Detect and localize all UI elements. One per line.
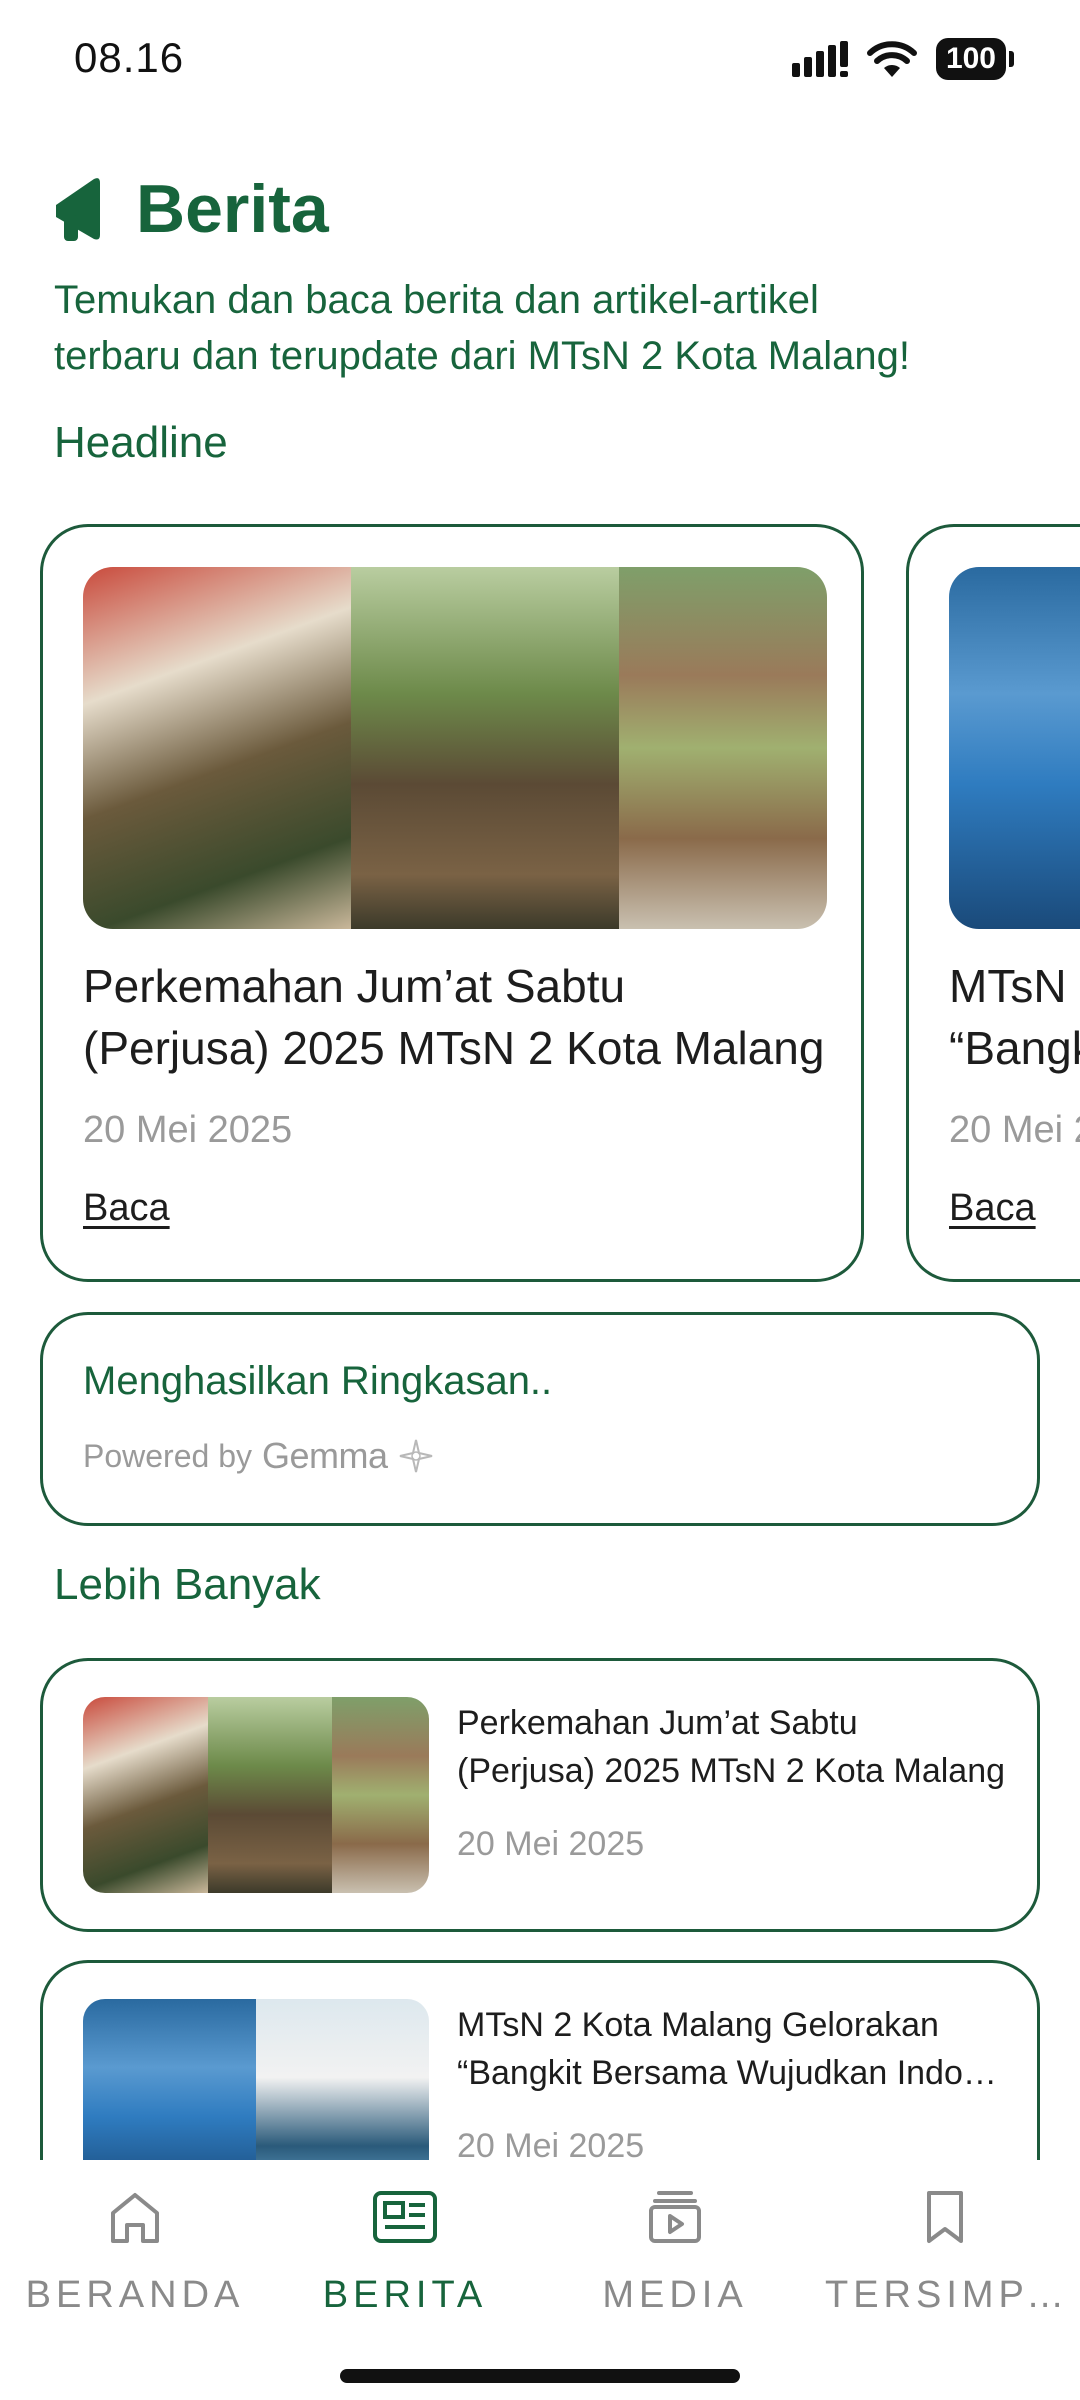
page-title: Berita	[136, 171, 329, 247]
powered-by: Powered by Gemma	[83, 1435, 434, 1477]
headline-title-line: MTsN 2 Kota Malang Gelorakan	[949, 960, 1080, 1012]
headline-image	[83, 567, 827, 929]
headline-date: 20 Mei 2025	[83, 1109, 293, 1151]
bookmark-icon	[927, 2191, 963, 2243]
section-title-more: Lebih Banyak	[54, 1560, 321, 1609]
article-thumbnail	[83, 1697, 429, 1893]
article-date: 20 Mei 2025	[457, 1825, 645, 1863]
brand-name: Gemma	[261, 1435, 388, 1476]
read-link[interactable]: Baca	[949, 1187, 1036, 1230]
media-play-icon	[649, 2191, 701, 2243]
headline-title-line: “Bangkit Bersama Wujudkan	[949, 1022, 1080, 1074]
page-header: Berita	[54, 170, 329, 248]
article-card[interactable]: Perkemahan Jum’at Sabtu (Perjusa) 2025 M…	[40, 1658, 1040, 1932]
headline-title: Perkemahan Jum’at Sabtu (Perjusa) 2025 M…	[83, 955, 843, 1079]
status-bar: 08.16 100	[0, 0, 1080, 120]
nav-label: MEDIA	[602, 2274, 748, 2316]
nav-label: BERITA	[322, 2274, 488, 2316]
newspaper-icon	[373, 2191, 437, 2243]
article-title-line: “Bangkit Bersama Wujudkan Indonesia	[457, 2054, 1013, 2092]
battery-indicator: 100	[935, 38, 1015, 80]
signal-icon	[791, 41, 848, 77]
page-subtitle-line: terbaru dan terupdate dari MTsN 2 Kota M…	[54, 334, 911, 378]
headline-date: 20 Mei 2025	[949, 1109, 1080, 1151]
page-subtitle-line: Temukan dan baca berita dan artikel-arti…	[54, 278, 819, 322]
nav-item-tersimpan[interactable]: TERSIMPAN	[810, 2182, 1080, 2332]
status-time: 08.16	[74, 34, 185, 81]
headline-carousel[interactable]: Perkemahan Jum’at Sabtu (Perjusa) 2025 M…	[0, 522, 1080, 1284]
summary-status: Menghasilkan Ringkasan..	[83, 1359, 553, 1403]
headline-title: MTsN 2 Kota Malang Gelorakan “Bangkit Be…	[949, 955, 1080, 1079]
nav-label: BERANDA	[25, 2274, 245, 2316]
powered-by-label: Powered by	[83, 1437, 252, 1474]
nav-item-beranda[interactable]: BERANDA	[0, 2182, 270, 2332]
article-title: Perkemahan Jum’at Sabtu (Perjusa) 2025 M…	[457, 1699, 1013, 1795]
headline-title-line: (Perjusa) 2025 MTsN 2 Kota Malang	[83, 1022, 825, 1074]
page-subtitle: Temukan dan baca berita dan artikel-arti…	[54, 272, 1034, 384]
nav-item-berita[interactable]: BERITA	[270, 2182, 540, 2332]
wifi-icon	[866, 41, 917, 77]
nav-label: TERSIMPAN	[825, 2274, 1065, 2316]
headline-card[interactable]: Perkemahan Jum’at Sabtu (Perjusa) 2025 M…	[40, 524, 864, 1282]
bottom-navigation: BERANDA BERITA MEDIA TERSIMPAN	[0, 2160, 1080, 2400]
article-title-line: MTsN 2 Kota Malang Gelorakan	[457, 2006, 939, 2044]
megaphone-icon	[56, 178, 100, 241]
headline-card[interactable]: MTsN 2 Kota Malang Gelorakan “Bangkit Be…	[906, 524, 1080, 1282]
article-title: MTsN 2 Kota Malang Gelorakan “Bangkit Be…	[457, 2001, 1013, 2097]
sparkle-icon	[399, 1439, 432, 1473]
headline-image	[949, 567, 1080, 929]
section-title-headline: Headline	[54, 418, 228, 467]
article-title-line: Perkemahan Jum’at Sabtu	[457, 1704, 858, 1742]
headline-title-line: Perkemahan Jum’at Sabtu	[83, 960, 626, 1012]
read-link[interactable]: Baca	[83, 1187, 170, 1230]
nav-item-media[interactable]: MEDIA	[540, 2182, 810, 2332]
home-indicator[interactable]	[340, 2369, 740, 2383]
article-title-line: (Perjusa) 2025 MTsN 2 Kota Malang	[457, 1752, 1006, 1790]
status-icons: 100	[791, 38, 1015, 80]
summary-card: Menghasilkan Ringkasan.. Powered by Gemm…	[40, 1312, 1040, 1526]
home-icon	[111, 2193, 159, 2243]
